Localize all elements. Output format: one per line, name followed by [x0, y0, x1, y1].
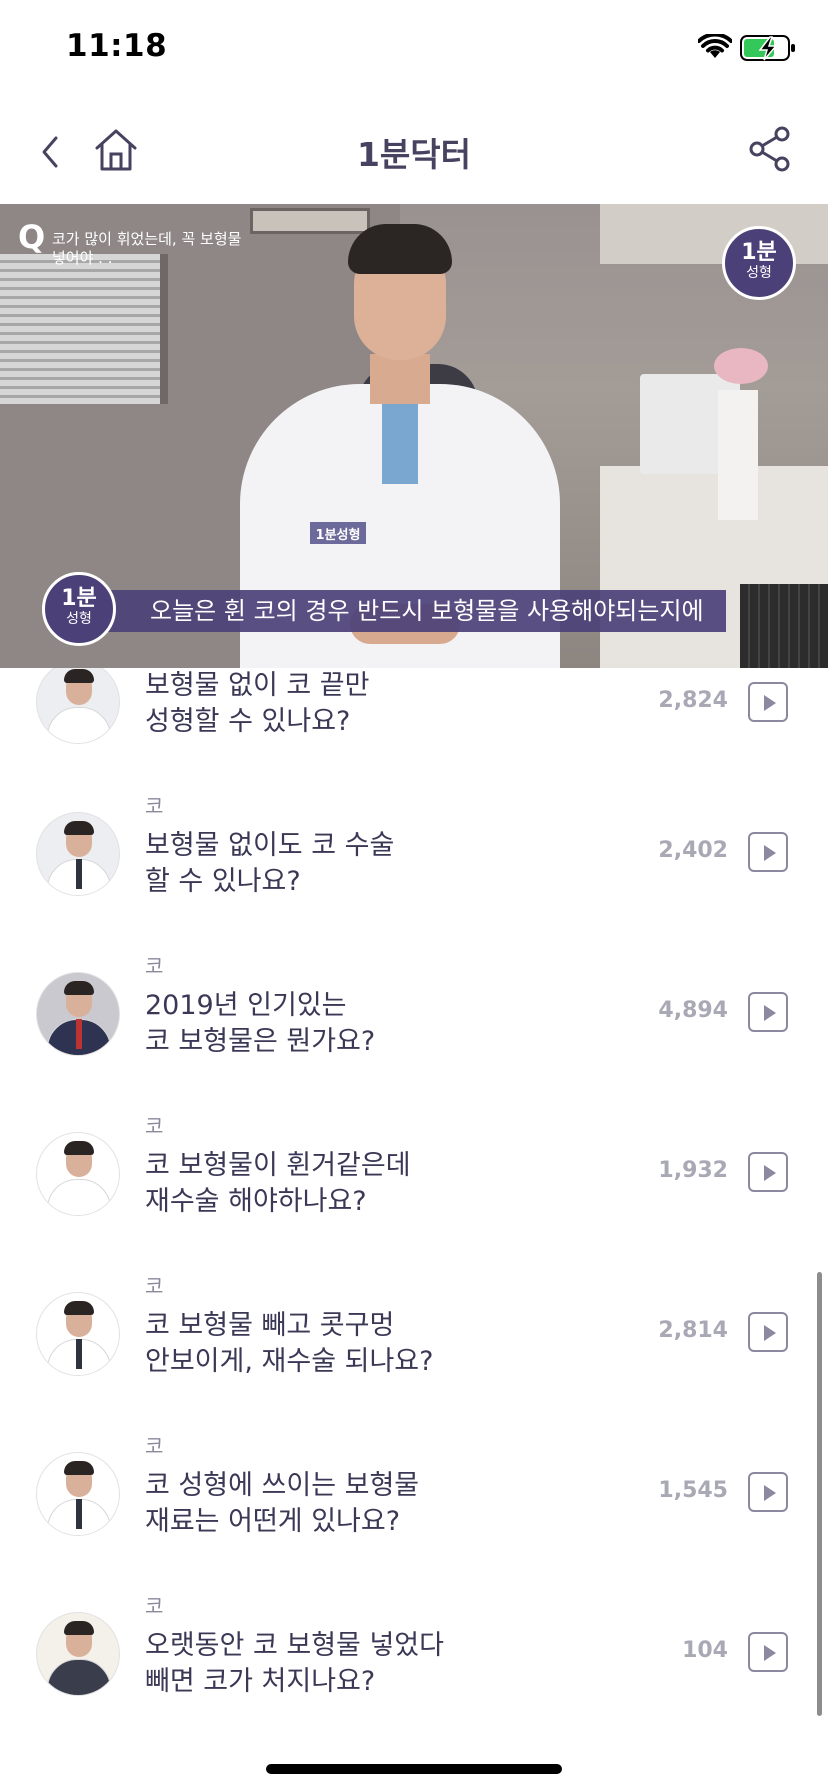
item-category: 코: [145, 954, 164, 978]
logo-top-small: 성형: [746, 265, 772, 281]
video-scene-frame: [250, 208, 370, 234]
status-bar: 11:18: [0, 0, 828, 100]
item-title: 보형물 없이도 코 수술 할 수 있나요?: [145, 828, 575, 900]
doctor-hair: [348, 224, 452, 274]
video-scene-keyboard: [740, 584, 828, 668]
item-title-line: 코 성형에 쓰이는 보형물: [145, 1470, 420, 1501]
item-title-line: 빼면 코가 처지나요?: [145, 1666, 376, 1697]
item-title-line: 보형물 없이 코 끝만: [145, 670, 370, 701]
item-title-line: 코 보형물은 뭔가요?: [145, 1026, 376, 1057]
item-title-line: 오랫동안 코 보형물 넣었다: [145, 1630, 444, 1661]
play-button[interactable]: [748, 1152, 788, 1192]
item-view-count: 1,932: [658, 1158, 728, 1183]
video-scene-flower: [714, 348, 768, 384]
play-icon: [764, 1005, 776, 1021]
play-button[interactable]: [748, 1472, 788, 1512]
list-item[interactable]: 코 2019년 인기있는 코 보형물은 뭔가요? 4,894: [0, 928, 828, 1088]
logo-top-big: 1분: [741, 240, 777, 265]
list-item[interactable]: 코 보형물 없이도 코 수술 할 수 있나요? 2,402: [0, 768, 828, 928]
logo-bottom-big: 1분: [61, 586, 97, 611]
play-icon: [764, 695, 776, 711]
list-item[interactable]: 코 코 보형물 빼고 콧구멍 안보이게, 재수술 되나요? 2,814: [0, 1248, 828, 1408]
home-indicator[interactable]: [266, 1764, 562, 1774]
doctor-avatar: [36, 668, 120, 744]
item-title: 2019년 인기있는 코 보형물은 뭔가요?: [145, 988, 575, 1060]
list-item[interactable]: 보형물 없이 코 끝만 성형할 수 있나요? 2,824: [0, 668, 828, 768]
status-time: 11:18: [66, 28, 168, 64]
list-item[interactable]: 코 코 보형물이 휜거같은데 재수술 해야하나요? 1,932: [0, 1088, 828, 1248]
play-icon: [764, 1485, 776, 1501]
play-button[interactable]: [748, 832, 788, 872]
item-title-line: 성형할 수 있나요?: [145, 706, 351, 737]
doctor-avatar: [36, 1612, 120, 1696]
list-item[interactable]: 코 오랫동안 코 보형물 넣었다 빼면 코가 처지나요? 104: [0, 1568, 828, 1728]
item-title-line: 코 보형물이 휜거같은데: [145, 1150, 411, 1181]
item-title-line: 2019년 인기있는: [145, 990, 347, 1021]
battery-charging-icon: [740, 35, 795, 61]
item-title: 코 보형물 빼고 콧구멍 안보이게, 재수술 되나요?: [145, 1308, 575, 1380]
item-title: 코 성형에 쓰이는 보형물 재료는 어떤게 있나요?: [145, 1468, 575, 1540]
video-list: 보형물 없이 코 끝만 성형할 수 있나요? 2,824 코 보형물 없이도 코…: [0, 668, 828, 1748]
play-icon: [764, 1325, 776, 1341]
doctor-avatar: [36, 1292, 120, 1376]
scrollbar[interactable]: [817, 1272, 822, 1716]
doctor-avatar: [36, 1132, 120, 1216]
logo-bottom-small: 성형: [66, 611, 92, 627]
nav-bar: 1분닥터: [0, 100, 828, 204]
item-view-count: 104: [682, 1638, 728, 1663]
item-category: 코: [145, 1274, 164, 1298]
item-title-line: 코 보형물 빼고 콧구멍: [145, 1310, 395, 1341]
item-title-line: 재료는 어떤게 있나요?: [145, 1506, 401, 1537]
item-view-count: 4,894: [658, 998, 728, 1023]
question-mark-label: Q: [18, 218, 46, 256]
doctor-shirt: [382, 394, 418, 484]
item-view-count: 2,824: [658, 688, 728, 713]
video-player[interactable]: 1분성형 Q 코가 많이 휘었는데, 꼭 보형물 넣어야 . . 1분 성형 오…: [0, 204, 828, 668]
play-button[interactable]: [748, 682, 788, 722]
play-icon: [764, 1645, 776, 1661]
list-item[interactable]: 코 코 성형에 쓰이는 보형물 재료는 어떤게 있나요? 1,545: [0, 1408, 828, 1568]
item-category: 코: [145, 1594, 164, 1618]
item-title: 코 보형물이 휜거같은데 재수술 해야하나요?: [145, 1148, 575, 1220]
item-title-line: 보형물 없이도 코 수술: [145, 830, 395, 861]
item-category: 코: [145, 794, 164, 818]
item-view-count: 2,814: [658, 1318, 728, 1343]
doctor-avatar: [36, 972, 120, 1056]
item-category: 코: [145, 1434, 164, 1458]
item-title: 오랫동안 코 보형물 넣었다 빼면 코가 처지나요?: [145, 1628, 575, 1700]
item-title: 보형물 없이 코 끝만 성형할 수 있나요?: [145, 668, 575, 740]
play-button[interactable]: [748, 1632, 788, 1672]
doctor-badge-text: 1분성형: [315, 528, 361, 543]
doctor-avatar: [36, 812, 120, 896]
video-scene-blinds: [0, 254, 168, 404]
channel-logo-bottom: 1분 성형: [42, 572, 116, 646]
play-button[interactable]: [748, 1312, 788, 1352]
play-button[interactable]: [748, 992, 788, 1032]
item-title-line: 할 수 있나요?: [145, 866, 301, 897]
channel-logo-top: 1분 성형: [722, 226, 796, 300]
item-view-count: 2,402: [658, 838, 728, 863]
item-title-line: 재수술 해야하나요?: [145, 1186, 367, 1217]
page-title: 1분닥터: [356, 135, 472, 174]
doctor-avatar: [36, 1452, 120, 1536]
doctor-neck: [370, 354, 430, 404]
item-view-count: 1,545: [658, 1478, 728, 1503]
item-title-line: 안보이게, 재수술 되나요?: [145, 1346, 434, 1377]
item-category: 코: [145, 1114, 164, 1138]
share-icon[interactable]: [748, 126, 792, 172]
wifi-icon: [698, 34, 732, 58]
play-icon: [764, 845, 776, 861]
play-icon: [764, 1165, 776, 1181]
video-subtitle: 오늘은 휜 코의 경우 반드시 보형물을 사용해야되는지에: [102, 590, 726, 632]
question-text: 코가 많이 휘었는데, 꼭 보형물 넣어야 . .: [52, 230, 242, 267]
video-scene-vase: [718, 390, 758, 520]
